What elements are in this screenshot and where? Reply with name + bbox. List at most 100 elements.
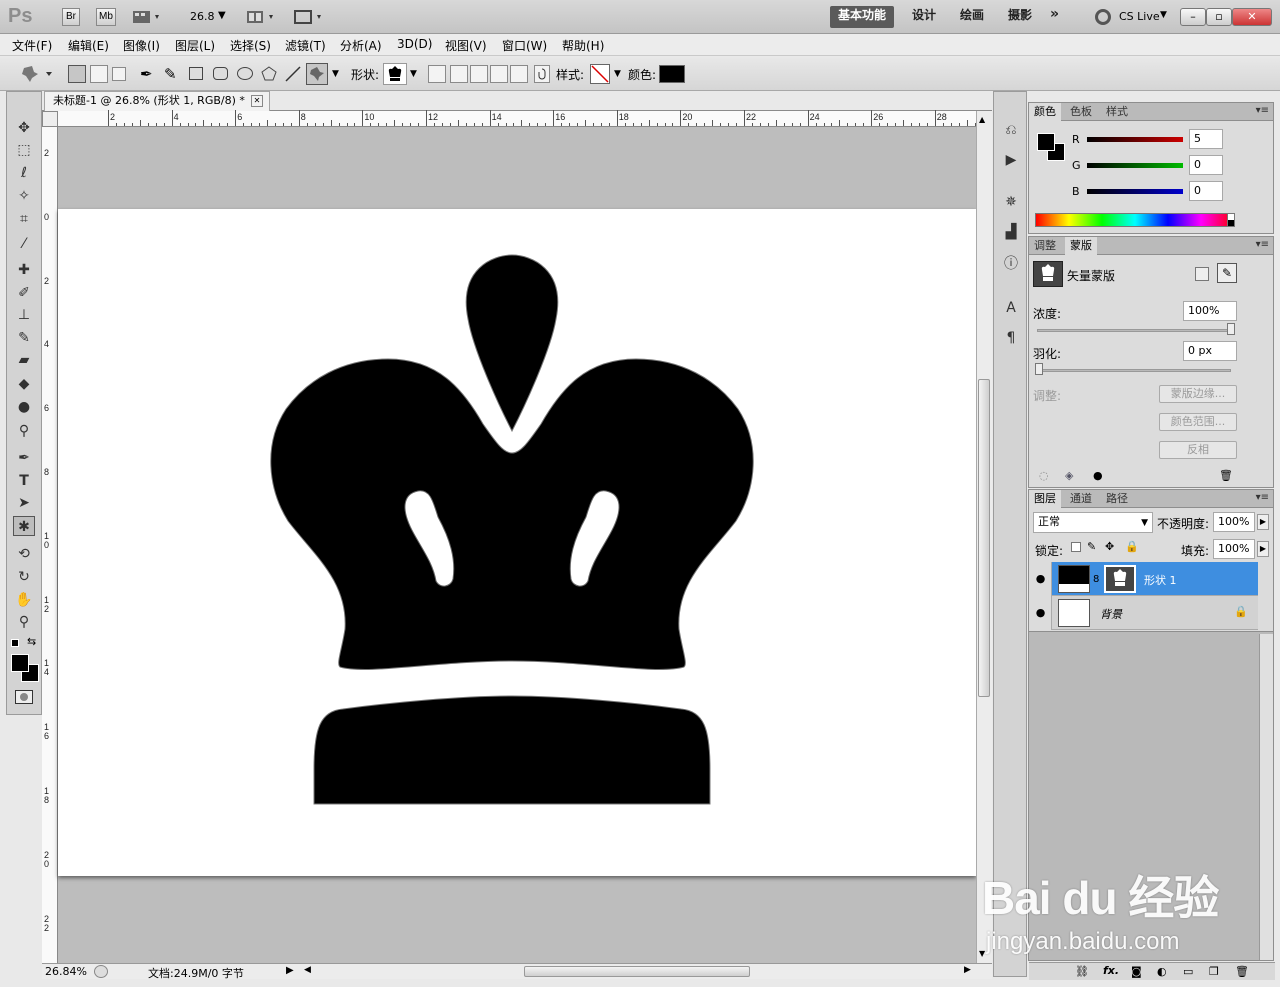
color-spectrum-ramp[interactable] bbox=[1035, 213, 1235, 227]
foreground-color-swatch[interactable] bbox=[11, 654, 29, 672]
menu-filter[interactable]: 滤镜(T) bbox=[285, 37, 326, 54]
close-icon[interactable]: ✕ bbox=[251, 95, 263, 107]
channel-b-slider[interactable] bbox=[1087, 189, 1183, 194]
bridge-button[interactable]: Br bbox=[62, 8, 80, 26]
custom-shape-tool-icon[interactable]: ✱ bbox=[13, 516, 35, 536]
status-info-icon[interactable] bbox=[94, 965, 108, 978]
cs-live-button[interactable]: CS Live bbox=[1119, 10, 1160, 23]
workspace-photography[interactable]: 摄影 bbox=[1008, 6, 1032, 28]
delete-layer-trash-icon[interactable]: 🗑 bbox=[1235, 965, 1249, 978]
menu-layer[interactable]: 图层(L) bbox=[175, 37, 215, 54]
type-tool-icon[interactable]: T bbox=[13, 471, 35, 491]
move-tool-icon[interactable]: ✥ bbox=[13, 118, 35, 138]
add-mask-icon[interactable]: ◙ bbox=[1131, 965, 1142, 978]
opacity-input[interactable]: 100% bbox=[1213, 512, 1255, 532]
style-picker-none-icon[interactable] bbox=[590, 64, 610, 84]
crown-shape[interactable] bbox=[58, 209, 976, 876]
zoom-tool-icon[interactable]: ⚲ bbox=[13, 612, 35, 632]
pen-tool-icon[interactable]: ✒ bbox=[140, 65, 158, 83]
workspace-painting[interactable]: 绘画 bbox=[960, 6, 984, 28]
menu-file[interactable]: 文件(F) bbox=[12, 37, 52, 54]
character-icon[interactable]: A bbox=[1001, 298, 1021, 318]
lock-all-icon[interactable]: 🔒 bbox=[1125, 540, 1139, 553]
paths-mode-button[interactable] bbox=[90, 65, 108, 83]
ruler-origin[interactable] bbox=[42, 111, 58, 127]
ellipse-tool-icon[interactable] bbox=[237, 67, 253, 80]
shape-picker-crown-icon[interactable] bbox=[383, 63, 407, 85]
foreground-color-swatch[interactable] bbox=[1037, 133, 1055, 151]
panel-menu-icon[interactable]: ▾≡ bbox=[1256, 239, 1269, 250]
tab-color[interactable]: 颜色 bbox=[1029, 103, 1061, 121]
minimize-button[interactable]: – bbox=[1180, 8, 1206, 26]
menu-edit[interactable]: 编辑(E) bbox=[68, 37, 109, 54]
tab-layers[interactable]: 图层 bbox=[1029, 490, 1061, 508]
horizontal-scroll-thumb[interactable] bbox=[524, 966, 750, 977]
intersect-shape-areas-button[interactable] bbox=[490, 65, 508, 83]
layer-link-icon[interactable]: 8 bbox=[1093, 574, 1099, 585]
histogram-icon[interactable]: ▟ bbox=[1001, 222, 1021, 242]
workspace-design[interactable]: 设计 bbox=[912, 6, 936, 28]
select-pixel-mask-icon[interactable] bbox=[1195, 267, 1209, 281]
close-button[interactable]: ✕ bbox=[1232, 8, 1272, 26]
menu-analysis[interactable]: 分析(A) bbox=[340, 37, 382, 54]
tab-channels[interactable]: 通道 bbox=[1065, 490, 1097, 508]
link-layer-style-icon[interactable] bbox=[534, 65, 550, 83]
invert-button[interactable]: 反相 bbox=[1159, 441, 1237, 459]
rounded-rectangle-tool-icon[interactable] bbox=[213, 67, 228, 80]
new-group-folder-icon[interactable]: ▭ bbox=[1183, 965, 1193, 978]
shape-layers-mode-button[interactable] bbox=[68, 65, 86, 83]
mask-edge-button[interactable]: 蒙版边缘... bbox=[1159, 385, 1237, 403]
swap-colors-icon[interactable]: ⇆ bbox=[27, 635, 36, 648]
clone-stamp-tool-icon[interactable]: ⊥ bbox=[13, 305, 35, 325]
layer-vector-mask-thumbnail[interactable] bbox=[1104, 565, 1136, 593]
vertical-scroll-thumb[interactable] bbox=[978, 379, 990, 697]
path-selection-tool-icon[interactable]: ➤ bbox=[13, 493, 35, 513]
marquee-tool-icon[interactable]: ⬚ bbox=[13, 140, 35, 160]
vertical-scrollbar[interactable]: ▲ ▼ bbox=[976, 111, 992, 963]
add-layer-style-icon[interactable]: fx. bbox=[1103, 964, 1119, 977]
scroll-right-icon[interactable]: ▶ bbox=[964, 965, 971, 975]
brush-tool-icon[interactable]: ✐ bbox=[13, 283, 35, 303]
chevron-down-icon[interactable]: ▼ bbox=[614, 69, 621, 79]
feather-slider-handle[interactable] bbox=[1035, 363, 1043, 375]
exclude-overlapping-shape-button[interactable] bbox=[510, 65, 528, 83]
history-icon[interactable]: ⎌ bbox=[1001, 120, 1021, 140]
blend-mode-select[interactable]: 正常 ▼ bbox=[1033, 512, 1153, 533]
layer-row-background[interactable]: ● 背景 🔒 bbox=[1030, 596, 1258, 630]
paint-bucket-tool-icon[interactable]: ◆ bbox=[13, 374, 35, 394]
black-white-swatch[interactable] bbox=[1227, 213, 1235, 227]
tab-swatches[interactable]: 色板 bbox=[1065, 103, 1097, 121]
custom-shape-tool-icon[interactable] bbox=[306, 63, 328, 85]
actions-icon[interactable]: ▶ bbox=[1001, 150, 1021, 170]
eraser-tool-icon[interactable]: ▰ bbox=[13, 350, 35, 370]
opacity-slider-arrow-icon[interactable]: ▶ bbox=[1257, 514, 1269, 530]
view-extras-icon[interactable] bbox=[132, 9, 162, 25]
lock-position-move-icon[interactable]: ✥ bbox=[1105, 540, 1114, 553]
screen-mode-icon[interactable] bbox=[294, 9, 326, 25]
default-colors-icon[interactable] bbox=[11, 639, 19, 647]
healing-brush-tool-icon[interactable]: ✚ bbox=[13, 260, 35, 280]
feather-input[interactable]: 0 px bbox=[1183, 341, 1237, 361]
scroll-left-icon[interactable]: ◀ bbox=[304, 965, 311, 975]
link-layers-icon[interactable]: ⛓ bbox=[1075, 965, 1089, 978]
workspace-essentials[interactable]: 基本功能 bbox=[830, 6, 895, 28]
density-input[interactable]: 100% bbox=[1183, 301, 1237, 321]
tool-preset-picker[interactable] bbox=[20, 64, 56, 84]
mini-bridge-button[interactable]: Mb bbox=[96, 8, 116, 26]
zoom-level-select[interactable]: 26.8 bbox=[190, 10, 215, 23]
freeform-pen-icon[interactable]: ✎ bbox=[164, 65, 182, 83]
new-adjustment-layer-icon[interactable]: ◐ bbox=[1157, 965, 1167, 978]
tab-adjustments[interactable]: 调整 bbox=[1029, 237, 1061, 255]
load-selection-icon[interactable]: ◌ bbox=[1039, 469, 1049, 482]
3d-orbit-tool-icon[interactable]: ↻ bbox=[13, 567, 35, 587]
new-layer-icon[interactable]: ❐ bbox=[1209, 965, 1219, 978]
shape-color-swatch[interactable] bbox=[659, 65, 685, 83]
layer-name[interactable]: 背景 bbox=[1100, 606, 1122, 622]
rectangle-tool-icon[interactable] bbox=[189, 67, 203, 80]
navigator-icon[interactable]: ✵ bbox=[1001, 192, 1021, 212]
menu-select[interactable]: 选择(S) bbox=[230, 37, 271, 54]
history-brush-tool-icon[interactable]: ✎ bbox=[13, 328, 35, 348]
lock-pixels-brush-icon[interactable]: ✎ bbox=[1087, 540, 1096, 553]
density-slider[interactable] bbox=[1037, 329, 1231, 332]
lock-transparent-icon[interactable] bbox=[1071, 542, 1081, 552]
